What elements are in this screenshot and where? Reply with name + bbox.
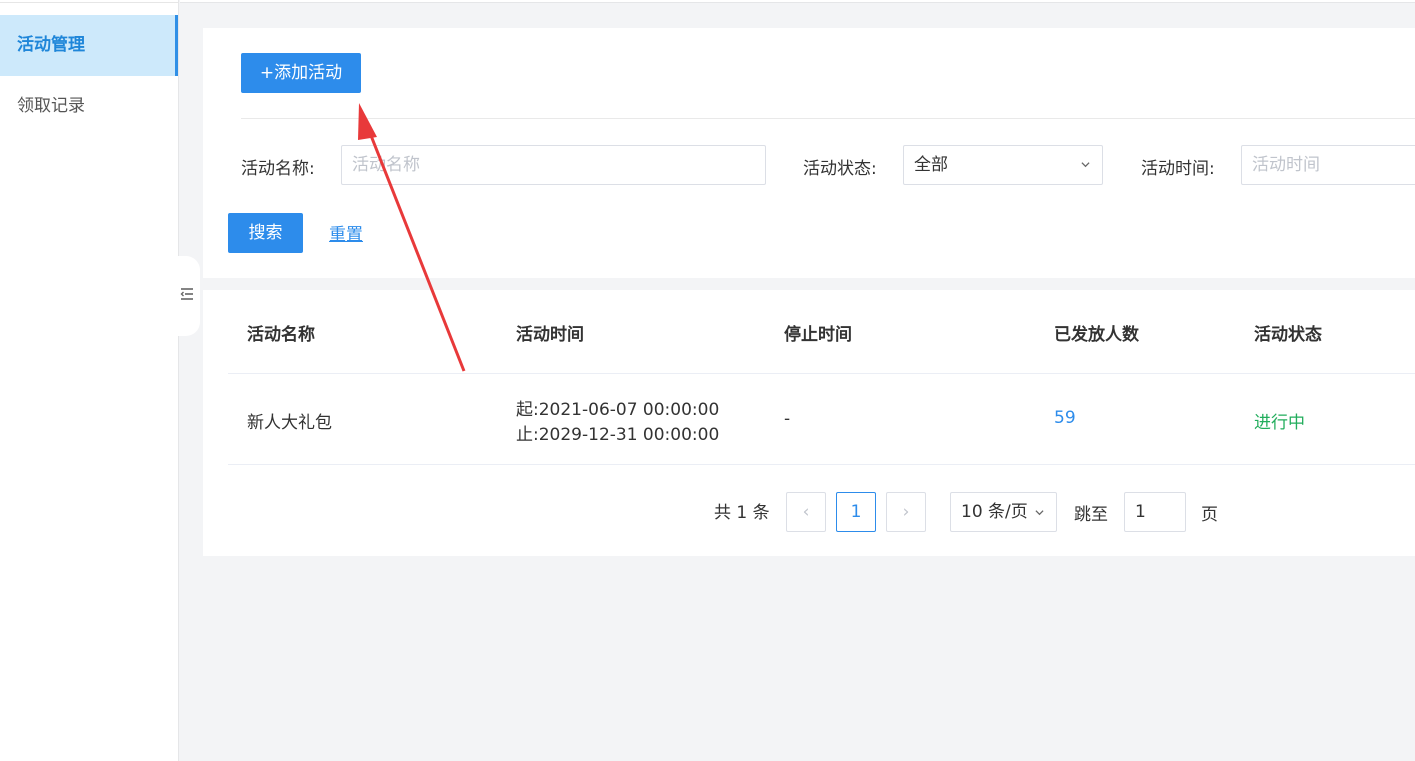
activity-status-value: 全部 <box>914 155 948 175</box>
collapse-menu-icon <box>180 288 193 300</box>
column-header-status: 活动状态 <box>1254 325 1322 345</box>
column-header-time: 活动时间 <box>516 325 584 345</box>
activity-time-input[interactable]: 活动时间 <box>1241 145 1415 185</box>
activity-status-label: 活动状态: <box>803 159 877 179</box>
reset-link[interactable]: 重置 <box>329 220 363 245</box>
activity-time-label: 活动时间: <box>1141 159 1215 179</box>
pagination-page-1[interactable]: 1 <box>836 492 876 532</box>
chevron-down-icon <box>1035 510 1044 516</box>
activity-name-input[interactable]: 活动名称 <box>341 145 766 185</box>
filter-panel: +添加活动 活动名称: 活动名称 活动状态: 全部 活动时间: 活动时间 搜索 … <box>203 28 1415 278</box>
page-suffix-label: 页 <box>1201 505 1218 525</box>
activity-status-select[interactable]: 全部 <box>903 145 1103 185</box>
pagination-total: 共 1 条 <box>714 503 770 523</box>
jump-label: 跳至 <box>1074 505 1108 525</box>
page-size-value: 10 条/页 <box>961 502 1028 522</box>
cell-activity-name: 新人大礼包 <box>247 413 332 433</box>
row-divider <box>228 464 1415 465</box>
activity-name-label: 活动名称: <box>241 159 315 179</box>
top-bar <box>180 0 1415 3</box>
pagination-next-button[interactable]: › <box>886 492 926 532</box>
column-header-issued: 已发放人数 <box>1054 325 1139 345</box>
cell-start-time: 起:2021-06-07 00:00:00 <box>516 400 720 420</box>
filter-divider <box>241 118 1415 119</box>
table-panel: 活动名称 活动时间 停止时间 已发放人数 活动状态 新人大礼包 起:2021-0… <box>203 290 1415 556</box>
header-divider <box>228 373 1415 374</box>
cell-issued-count[interactable]: 59 <box>1054 408 1076 428</box>
column-header-name: 活动名称 <box>247 325 315 345</box>
search-button[interactable]: 搜索 <box>228 213 303 253</box>
add-activity-button[interactable]: +添加活动 <box>241 53 361 93</box>
sidebar: 活动管理 领取记录 <box>0 0 179 761</box>
pagination-prev-button[interactable]: ‹ <box>786 492 826 532</box>
cell-end-time: 止:2029-12-31 00:00:00 <box>516 425 720 445</box>
sidebar-collapse-toggle[interactable] <box>176 256 200 336</box>
jump-page-input[interactable]: 1 <box>1124 492 1186 532</box>
cell-status: 进行中 <box>1254 413 1305 433</box>
page-size-select[interactable]: 10 条/页 <box>950 492 1057 532</box>
chevron-down-icon <box>1081 162 1090 168</box>
sidebar-item-activity-management[interactable]: 活动管理 <box>0 15 178 76</box>
cell-stop-time: - <box>784 409 791 429</box>
sidebar-item-claim-records[interactable]: 领取记录 <box>0 76 178 137</box>
column-header-stop-time: 停止时间 <box>784 325 852 345</box>
sidebar-top-divider <box>0 0 179 3</box>
